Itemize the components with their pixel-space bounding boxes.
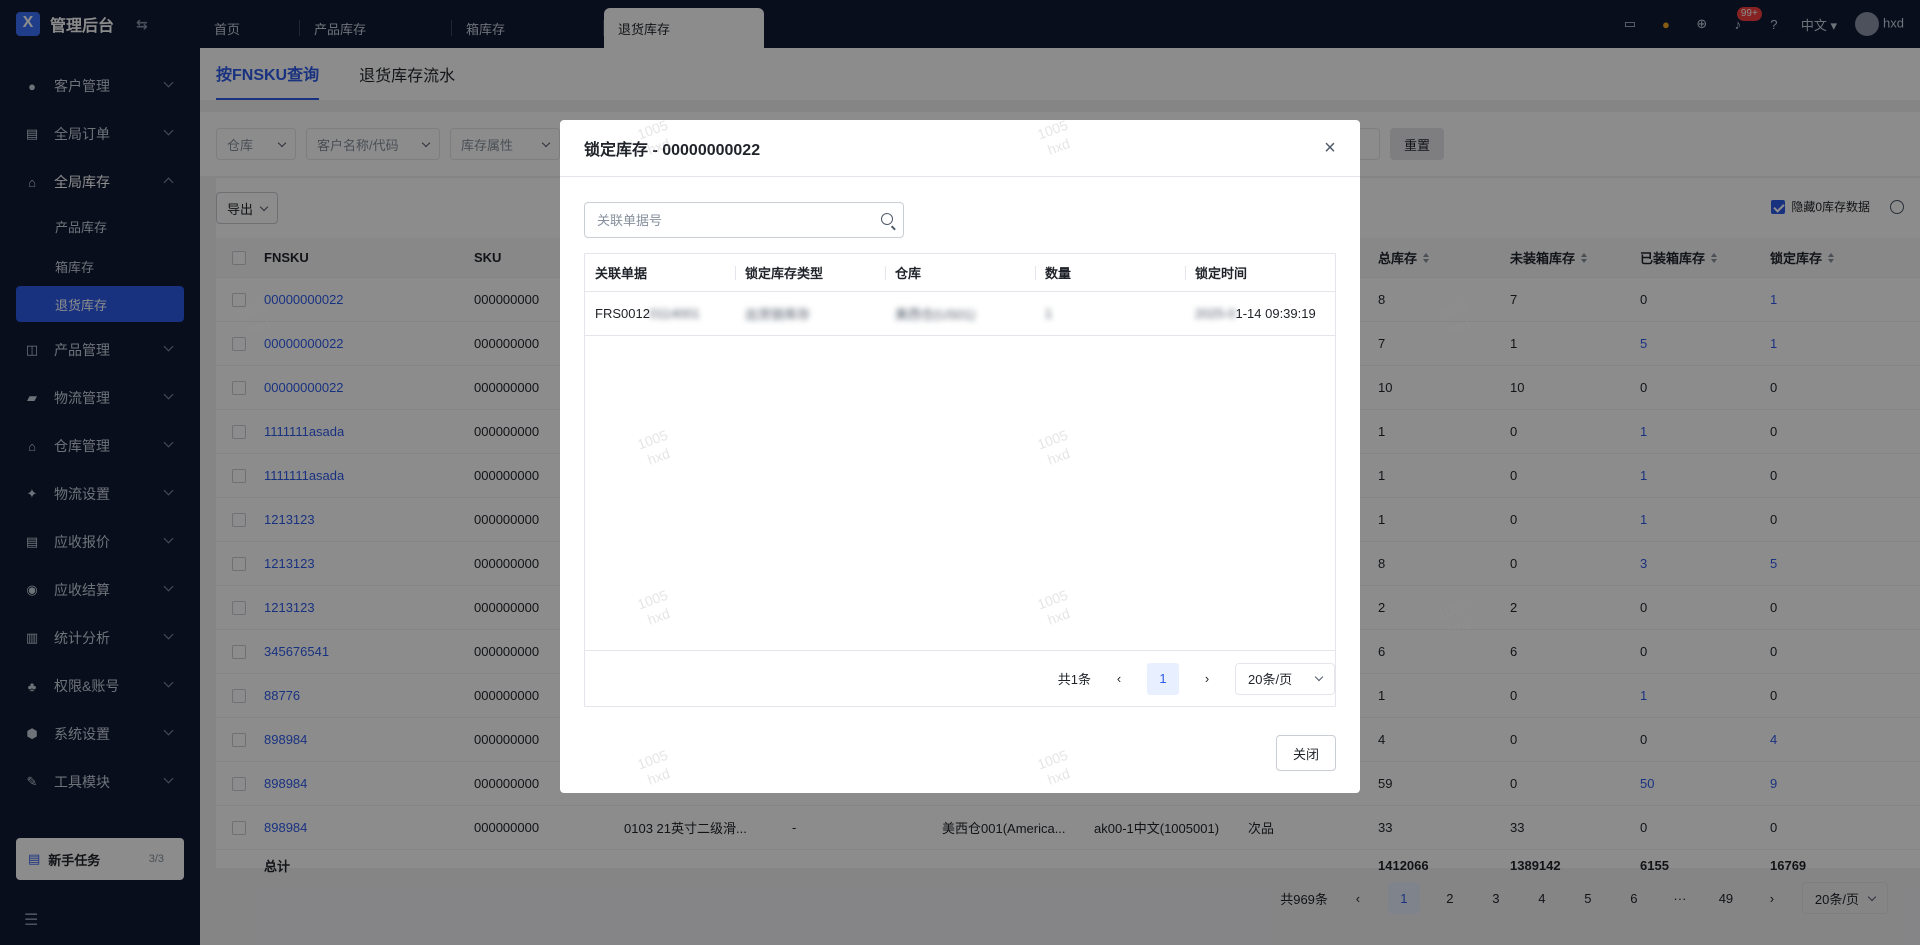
doc-search-box [584,202,904,238]
quantity-blurred: 1 [1045,306,1053,321]
dialog-pagination: 共1条 ‹ 1 › 20条/页 [585,650,1335,706]
dialog-footer: 关闭 [1275,735,1336,771]
lock-time-visible: 1-14 09:39:19 [1235,306,1316,321]
chevron-down-icon [1314,672,1324,682]
warehouse-cell: 美西仓(US01) [885,292,975,335]
dialog-pager-summary: 共1条 [1057,672,1091,687]
related-doc-cell: FRS0012 0114001 [585,292,700,335]
lock-type-cell: 出货锁库存 [735,292,810,335]
col-related-doc: 关联单据 [595,266,648,281]
close-button[interactable]: 关闭 [1275,735,1336,771]
quantity-cell: 1 [1035,292,1052,335]
prev-page-icon[interactable]: ‹ [1103,663,1135,695]
warehouse-blurred: 美西仓(US01) [895,307,976,322]
next-page-icon[interactable]: › [1191,663,1223,695]
dialog-page-size-select[interactable]: 20条/页 [1235,662,1335,695]
doc-search-input[interactable] [597,212,867,228]
dialog-page-size-label: 20条/页 [1248,672,1293,687]
locked-stock-dialog: 锁定库存 - 00000000022 × 关联单据 锁定库存类型 仓库 数量 锁… [560,120,1360,793]
dialog-table-header: 关联单据 锁定库存类型 仓库 数量 锁定时间 [585,254,1335,292]
col-lock-time: 锁定时间 [1185,254,1247,291]
dialog-page-1[interactable]: 1 [1147,662,1179,695]
search-icon[interactable] [881,213,893,225]
lock-time-cell: 2025-0 1-14 09:39:19 [1185,292,1316,335]
table-row: FRS0012 0114001 出货锁库存 美西仓(US01) 1 2025-0 1… [585,292,1335,336]
dialog-title: 锁定库存 - 00000000022 [560,120,1360,177]
lock-time-blurred: 2025-0 [1195,306,1236,321]
col-lock-type: 锁定库存类型 [735,254,823,291]
lock-type-blurred: 出货锁库存 [745,307,811,322]
related-doc-blurred: 0114001 [649,306,700,321]
close-icon[interactable]: × [1320,138,1340,158]
col-quantity: 数量 [1035,254,1071,291]
locked-stock-table: 关联单据 锁定库存类型 仓库 数量 锁定时间 FRS0012 0114001 出货… [584,253,1336,707]
related-doc-prefix: FRS0012 [595,306,650,321]
col-warehouse: 仓库 [885,254,921,291]
